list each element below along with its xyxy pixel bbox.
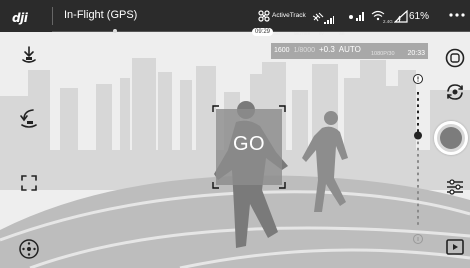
remote-signal-icon (349, 12, 364, 21)
shutter-cell: SHUTTER 1/8000 (293, 32, 315, 57)
shutter-value: 1/8000 (293, 47, 315, 54)
slider-tick (417, 104, 419, 107)
takeoff-icon[interactable] (14, 41, 44, 71)
slider-knob (414, 131, 422, 140)
flight-progress-marker (112, 29, 117, 33)
slider-tick (417, 98, 419, 101)
slider-tick (417, 197, 419, 200)
slider-tick (417, 92, 419, 95)
video-link-band: 2.4G (383, 19, 393, 24)
slider-tick (417, 203, 419, 207)
return-home-icon[interactable] (14, 104, 44, 134)
battery-icon (394, 10, 408, 23)
iso-value: 1600 (274, 47, 290, 54)
video-resolution: 1080P/30 (371, 51, 395, 57)
slider-tick (417, 154, 419, 157)
more-menu-icon[interactable] (448, 10, 466, 20)
slider-tick (417, 172, 419, 176)
slider-tick (417, 216, 419, 219)
slider-tick (417, 147, 419, 151)
wb-caption: WB (338, 32, 345, 36)
slider-tick (417, 116, 419, 120)
ev-cell: EV +0.3 (319, 32, 335, 57)
camera-settings-icon[interactable] (444, 47, 466, 69)
slider-tick (417, 129, 419, 132)
playback-icon[interactable] (444, 236, 466, 258)
camera-view-screen: dji In-Flight (GPS) ActiveTrack 2.4G 61%… (0, 0, 470, 268)
shutter-button-core (440, 127, 462, 149)
slider-tick (417, 178, 419, 182)
slider-tick (417, 166, 419, 169)
slider-tick (417, 185, 419, 188)
shutter-caption: SHUTTER (293, 32, 311, 36)
flight-time-badge: 09:29 (252, 28, 274, 36)
slider-tick (417, 123, 419, 126)
shutter-button[interactable] (434, 121, 468, 155)
remaining-record-time: 20:33 (407, 50, 425, 57)
camera-parameters-panel[interactable]: ISO 1600 SHUTTER 1/8000 EV +0.3 WB AUTO (271, 32, 368, 59)
wb-value: AUTO (338, 45, 361, 54)
ev-value: +0.3 (319, 45, 335, 54)
flight-mode-status[interactable]: In-Flight (GPS) (64, 9, 137, 21)
ev-caption: EV (319, 32, 324, 36)
gps-signal-bars-icon (324, 16, 334, 24)
slider-tick (417, 191, 419, 194)
iso-cell: ISO 1600 (274, 32, 290, 57)
waypoint-target-icon[interactable] (14, 234, 44, 264)
slider-tick (417, 160, 419, 163)
slider-tick (417, 141, 419, 145)
brand-name: dji (12, 11, 28, 25)
dji-logo: dji (12, 9, 46, 25)
top-status-bar: dji In-Flight (GPS) ActiveTrack 2.4G 61% (0, 0, 470, 32)
exposure-slider[interactable] (412, 74, 424, 244)
topbar-divider (52, 7, 53, 25)
adjust-settings-icon[interactable] (444, 176, 466, 198)
recording-panel[interactable]: 1080P/30 20:33 (368, 43, 428, 59)
focus-frame-icon[interactable] (14, 168, 44, 198)
target-corner-brackets (212, 105, 286, 189)
wb-cell: WB AUTO (338, 32, 361, 57)
iso-caption: ISO (274, 32, 281, 36)
battery-percent: 61% (409, 11, 430, 22)
slider-tick (417, 222, 419, 225)
switch-camera-icon[interactable] (444, 81, 466, 103)
slider-tick (417, 209, 419, 213)
active-track-icon (258, 10, 270, 22)
active-track-label[interactable]: ActiveTrack (272, 12, 306, 19)
slider-tick (417, 110, 419, 114)
